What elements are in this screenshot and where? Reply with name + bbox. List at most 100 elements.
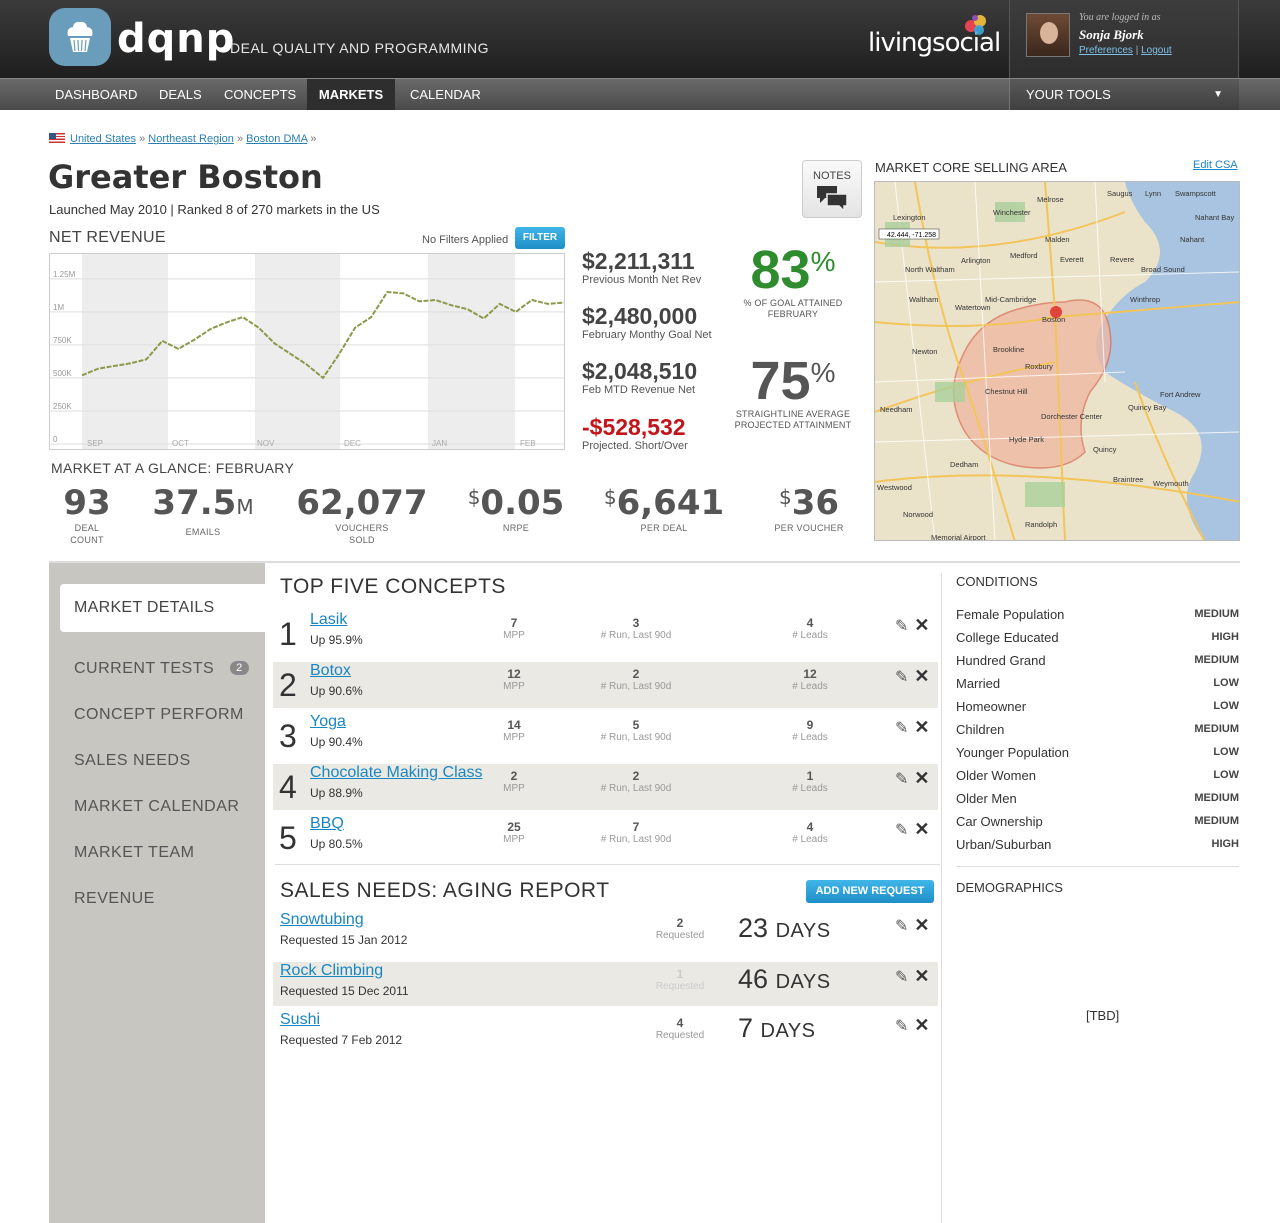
- sidebar-item-market-team[interactable]: MARKET TEAM: [74, 844, 194, 862]
- breadcrumb-us[interactable]: United States: [70, 133, 136, 145]
- sidebar-item-concept-perform[interactable]: CONCEPT PERFORM: [74, 706, 244, 724]
- link-separator: |: [1135, 45, 1139, 56]
- concept-link[interactable]: Botox: [310, 662, 351, 680]
- nav-concepts[interactable]: CONCEPTS: [214, 79, 306, 110]
- user-name: Sonja Bjork: [1079, 27, 1144, 42]
- brand-name[interactable]: dqnp: [117, 16, 235, 62]
- concept-link[interactable]: Lasik: [310, 611, 347, 629]
- condition-level: LOW: [1213, 769, 1239, 781]
- your-tools-dropdown[interactable]: YOUR TOOLS ▼: [1009, 79, 1239, 110]
- condition-level: LOW: [1213, 746, 1239, 758]
- preferences-link[interactable]: Preferences: [1079, 45, 1133, 56]
- metric-value: 14: [507, 718, 521, 732]
- close-icon[interactable]: ✕: [914, 966, 929, 986]
- glance-label: SOLD: [349, 535, 375, 545]
- stat-value: $2,480,000: [582, 303, 698, 329]
- map-place-label: Weymouth: [1153, 479, 1189, 488]
- edit-icon[interactable]: ✎: [895, 771, 908, 788]
- days-number: 7: [738, 1013, 754, 1043]
- edit-icon[interactable]: ✎: [895, 918, 908, 935]
- avatar[interactable]: [1026, 13, 1070, 57]
- concept-metric: 2 # Run, Last 90d: [586, 769, 686, 794]
- condition-level: MEDIUM: [1194, 608, 1239, 620]
- cupcake-logo-icon[interactable]: [49, 8, 111, 66]
- close-icon[interactable]: ✕: [914, 666, 929, 686]
- condition-label: Hundred Grand: [956, 653, 1046, 668]
- edit-icon[interactable]: ✎: [895, 1018, 908, 1035]
- concept-link[interactable]: BBQ: [310, 815, 344, 833]
- metric-label: MPP: [503, 681, 525, 692]
- close-icon[interactable]: ✕: [914, 819, 929, 839]
- nav-markets[interactable]: MARKETS: [307, 79, 395, 110]
- concept-link[interactable]: Chocolate Making Class: [310, 764, 483, 782]
- request-link[interactable]: Rock Climbing: [280, 962, 383, 980]
- net-revenue-svg: 0 250K 500K 750K 1M 1.25M SEP OCT NOV DEC JAN FEB: [50, 254, 565, 449]
- add-new-request-button[interactable]: ADD NEW REQUEST: [806, 880, 934, 903]
- main-nav: DASHBOARD DEALS CONCEPTS MARKETS CALENDA…: [0, 78, 1280, 110]
- row-actions: ✎ ✕: [895, 768, 930, 789]
- request-link[interactable]: Sushi: [280, 1011, 320, 1029]
- notes-button[interactable]: NOTES: [802, 160, 862, 218]
- filter-button[interactable]: FILTER: [515, 227, 565, 249]
- concept-rank: 3: [279, 718, 297, 754]
- concept-link[interactable]: Yoga: [310, 713, 346, 731]
- close-icon[interactable]: ✕: [914, 1015, 929, 1035]
- glance-label: EMAILS: [185, 527, 221, 537]
- condition-row: Female Population MEDIUM: [956, 607, 1239, 622]
- map-place-label: Revere: [1110, 255, 1134, 264]
- edit-icon[interactable]: ✎: [895, 720, 908, 737]
- glance-item: 62,077 VOUCHERS SOLD: [287, 484, 437, 546]
- metric-label: # Leads: [792, 681, 828, 692]
- breadcrumb-region[interactable]: Northeast Region: [148, 133, 234, 145]
- condition-row: Hundred Grand MEDIUM: [956, 653, 1239, 668]
- aging-title: SALES NEEDS: AGING REPORT: [280, 879, 610, 902]
- stat-label: Projected. Short/Over: [582, 440, 688, 452]
- edit-icon[interactable]: ✎: [895, 822, 908, 839]
- close-icon[interactable]: ✕: [914, 915, 929, 935]
- row-actions: ✎ ✕: [895, 819, 930, 840]
- sidebar-item-sales-needs[interactable]: SALES NEEDS: [74, 752, 191, 770]
- edit-icon[interactable]: ✎: [895, 969, 908, 986]
- concept-rank: 2: [279, 667, 297, 703]
- y-tick-label: 750K: [53, 336, 72, 345]
- glance-label: NRPE: [502, 523, 530, 533]
- breadcrumb-dma[interactable]: Boston DMA: [246, 133, 307, 145]
- glance-value: $36: [734, 484, 884, 522]
- sidebar-item-market-calendar[interactable]: MARKET CALENDAR: [74, 798, 239, 816]
- close-icon[interactable]: ✕: [914, 717, 929, 737]
- condition-label: Children: [956, 722, 1005, 737]
- map-place-label: Winchester: [993, 208, 1031, 217]
- map-place-label: Arlington: [961, 256, 991, 265]
- edit-icon[interactable]: ✎: [895, 669, 908, 686]
- stat-value: -$528,532: [582, 414, 686, 440]
- x-tick-label: OCT: [172, 439, 189, 448]
- condition-level: LOW: [1213, 700, 1239, 712]
- user-links: Preferences | Logout: [1079, 45, 1172, 56]
- request-link[interactable]: Snowtubing: [280, 911, 364, 929]
- count-label: Requested: [655, 930, 705, 941]
- glance-value: 62,077: [287, 484, 437, 522]
- month-band: [82, 254, 168, 449]
- count-value: 4: [676, 1016, 684, 1030]
- condition-label: Homeowner: [956, 699, 1027, 714]
- close-icon[interactable]: ✕: [914, 615, 929, 635]
- logout-link[interactable]: Logout: [1141, 45, 1172, 56]
- month-band: [255, 254, 340, 449]
- net-revenue-title: NET REVENUE: [49, 229, 166, 246]
- nav-deals[interactable]: DEALS: [149, 79, 212, 110]
- close-icon[interactable]: ✕: [914, 768, 929, 788]
- stat-goal: $2,480,000 February Monthy Goal Net: [582, 303, 712, 341]
- map-title: MARKET CORE SELLING AREA: [875, 160, 1067, 175]
- nav-calendar[interactable]: CALENDAR: [400, 79, 491, 110]
- condition-label: Car Ownership: [956, 814, 1043, 829]
- edit-icon[interactable]: ✎: [895, 618, 908, 635]
- days-unit: DAYS: [775, 971, 831, 993]
- edit-csa-link[interactable]: Edit CSA: [1193, 159, 1238, 171]
- sidebar-item-market-details[interactable]: MARKET DETAILS: [60, 584, 266, 632]
- sidebar-item-current-tests[interactable]: CURRENT TESTS 2: [74, 660, 249, 678]
- map-place-label: Chestnut Hill: [985, 387, 1028, 396]
- market-map[interactable]: 42.444, -71.258 Saugus Lynn Swampscott Lexi…: [874, 181, 1240, 541]
- aging-row: Snowtubing Requested 15 Jan 2012 2 Requeste…: [273, 911, 938, 955]
- sidebar-item-revenue[interactable]: REVENUE: [74, 890, 155, 908]
- nav-dashboard[interactable]: DASHBOARD: [45, 79, 147, 110]
